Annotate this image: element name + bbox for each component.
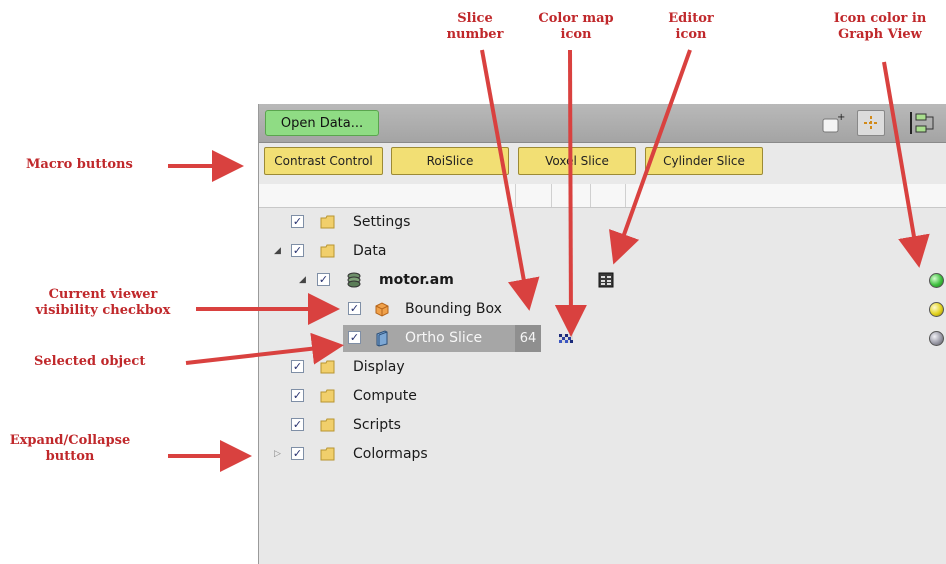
visibility-checkbox[interactable]: ✓: [348, 302, 361, 315]
visibility-checkbox[interactable]: ✓: [291, 360, 304, 373]
tree-row-data[interactable]: ◢ ✓ Data: [259, 237, 946, 267]
folder-icon: [320, 447, 335, 461]
visibility-checkbox[interactable]: ✓: [291, 447, 304, 460]
callout-line: Current viewer: [48, 287, 158, 302]
folder-icon: [320, 418, 335, 432]
callout-line: Slice: [457, 11, 493, 26]
callout-line: Macro buttons: [26, 157, 133, 172]
project-view-panel: Open Data... + Contrast Control RoiSlice: [258, 104, 946, 564]
visibility-checkbox[interactable]: ✓: [317, 273, 330, 286]
empty-row: [259, 527, 946, 557]
graph-color-green-icon: [929, 273, 944, 288]
tree-row-scripts[interactable]: ✓ Scripts: [259, 411, 946, 441]
connection-toggle-icon[interactable]: [857, 110, 885, 136]
tree-row-settings[interactable]: ✓ Settings: [259, 208, 946, 238]
tree-row-display[interactable]: ✓ Display: [259, 353, 946, 383]
tree-label: Bounding Box: [405, 301, 502, 317]
callout-line: Color map: [538, 11, 614, 26]
selected-object-callout: Selected object: [34, 354, 184, 370]
tree-label: Scripts: [353, 417, 401, 433]
tree-label: Colormaps: [353, 446, 428, 462]
tree-label: Display: [353, 359, 405, 375]
ortho-slice-icon: [376, 330, 388, 347]
tree-row-motor[interactable]: ◢ ✓ motor.am: [259, 266, 946, 296]
slice-number: 64: [515, 325, 541, 352]
column-divider[interactable]: [625, 184, 626, 207]
open-data-button[interactable]: Open Data...: [265, 110, 379, 136]
svg-text:+: +: [837, 112, 845, 123]
callout-line: visibility checkbox: [35, 303, 171, 318]
contrast-control-button[interactable]: Contrast Control: [264, 147, 383, 175]
cylinder-slice-button[interactable]: Cylinder Slice: [645, 147, 763, 175]
tree-row-bounding-box[interactable]: ✓ Bounding Box: [259, 295, 946, 325]
callout-line: Editor: [668, 11, 714, 26]
voxel-slice-button[interactable]: Voxel Slice: [518, 147, 636, 175]
callout-line: icon: [560, 27, 592, 42]
tree-row-compute[interactable]: ✓ Compute: [259, 382, 946, 412]
roislice-button[interactable]: RoiSlice: [391, 147, 509, 175]
column-divider[interactable]: [551, 184, 552, 207]
empty-row: [259, 556, 946, 564]
visibility-checkbox-callout: Current viewer visibility checkbox: [18, 287, 188, 319]
column-divider[interactable]: [515, 184, 516, 207]
editor-icon-callout: Editor icon: [660, 11, 722, 43]
callout-line: Icon color in: [833, 11, 927, 26]
expand-collapse-callout: Expand/Collapse button: [8, 433, 132, 465]
bounding-box-icon: [375, 302, 389, 317]
folder-icon: [320, 244, 335, 258]
graph-layout-icon[interactable]: [909, 110, 937, 136]
visibility-checkbox[interactable]: ✓: [291, 215, 304, 228]
slice-number-callout: Slice number: [440, 11, 510, 43]
macro-buttons-callout: Macro buttons: [26, 157, 156, 173]
tree-row-ortho-slice[interactable]: ✓ Ortho Slice 64: [259, 324, 946, 354]
collapse-icon[interactable]: ◢: [274, 246, 281, 256]
collapse-icon[interactable]: ◢: [299, 275, 306, 285]
expand-icon[interactable]: ▷: [274, 449, 281, 459]
callout-line: Expand/Collapse: [9, 433, 131, 448]
folder-icon: [320, 360, 335, 374]
empty-row: [259, 469, 946, 499]
macro-buttons-bar: Contrast Control RoiSlice Voxel Slice Cy…: [259, 143, 946, 186]
volume-data-icon: [347, 272, 361, 288]
callout-line: Selected object: [34, 354, 146, 369]
visibility-checkbox[interactable]: ✓: [291, 389, 304, 402]
tree-label: motor.am: [379, 272, 454, 288]
callout-line: icon: [675, 27, 707, 42]
tree-label: Data: [353, 243, 387, 259]
color-map-icon-callout: Color map icon: [533, 11, 619, 43]
callout-line: number: [446, 27, 504, 42]
tree-row-colormaps[interactable]: ▷ ✓ Colormaps: [259, 440, 946, 470]
visibility-checkbox[interactable]: ✓: [348, 331, 361, 344]
tree-label: Ortho Slice: [405, 330, 483, 346]
graph-color-grey-icon: [929, 331, 944, 346]
column-divider[interactable]: [590, 184, 591, 207]
folder-icon: [320, 215, 335, 229]
callout-line: button: [45, 449, 95, 464]
toolbar: Open Data... +: [259, 104, 946, 143]
icon-color-callout: Icon color in Graph View: [818, 11, 942, 43]
visibility-checkbox[interactable]: ✓: [291, 418, 304, 431]
column-header: [259, 184, 946, 208]
editor-icon[interactable]: [597, 271, 615, 289]
empty-row: [259, 498, 946, 528]
new-object-icon[interactable]: +: [819, 110, 847, 136]
tree-label: Compute: [353, 388, 417, 404]
colormap-icon[interactable]: [557, 329, 575, 347]
tree-label: Settings: [353, 214, 411, 230]
graph-color-yellow-icon: [929, 302, 944, 317]
folder-icon: [320, 389, 335, 403]
visibility-checkbox[interactable]: ✓: [291, 244, 304, 257]
callout-line: Graph View: [838, 27, 922, 42]
